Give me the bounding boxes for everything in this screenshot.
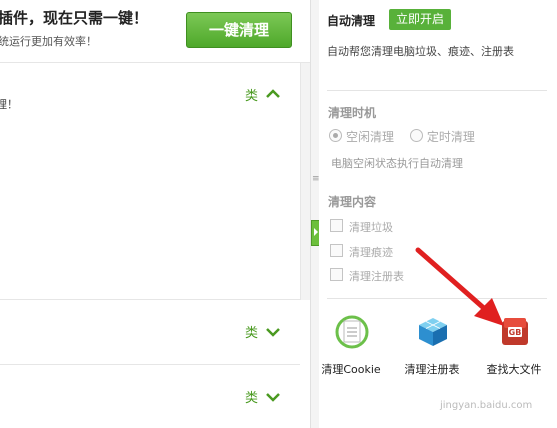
left-panel: 插件，现在只需一键！ 统运行更加有效率！ 一键清理 理！ 类 类 类: [0, 0, 311, 428]
radio-label: 空闲清理: [346, 130, 395, 144]
timing-title: 清理时机: [328, 106, 377, 120]
checkbox-icon: [330, 268, 343, 281]
category-section-2[interactable]: 类: [0, 300, 300, 365]
tool-label: 清理Cookie: [321, 363, 381, 376]
content-title: 清理内容: [328, 195, 377, 209]
chevron-up-icon[interactable]: [266, 89, 280, 99]
category-section-3[interactable]: 类: [0, 365, 300, 428]
chevron-down-icon[interactable]: [266, 327, 280, 337]
timing-options: 空闲清理 定时清理: [329, 128, 475, 145]
divider-line: [327, 90, 547, 91]
enable-now-button[interactable]: 立即开启: [389, 9, 451, 30]
checkbox-clean-traces[interactable]: 清理痕迹: [330, 244, 393, 260]
tool-label: 清理注册表: [404, 363, 460, 376]
banner: 插件，现在只需一键！ 统运行更加有效率！ 一键清理: [0, 0, 310, 63]
big-file-gb-icon: GB: [502, 318, 528, 345]
right-panel: 自动清理 立即开启 自动帮您清理电脑垃圾、痕迹、注册表 清理时机 空闲清理 定时…: [319, 0, 557, 428]
radio-idle-clean[interactable]: 空闲清理: [329, 129, 395, 144]
checkbox-icon: [330, 219, 343, 232]
watermark: jingyan.baidu.com: [440, 400, 533, 411]
chevron-down-icon[interactable]: [266, 392, 280, 402]
category-label: 类: [244, 391, 258, 406]
checkbox-label: 清理注册表: [349, 270, 404, 283]
auto-clean-description: 自动帮您清理电脑垃圾、痕迹、注册表: [327, 45, 514, 58]
cookie-icon: [335, 315, 369, 349]
radio-icon: [409, 129, 423, 142]
checkbox-clean-junk[interactable]: 清理垃圾: [330, 219, 393, 235]
banner-subtitle: 统运行更加有效率！: [0, 35, 97, 48]
category-section-1[interactable]: 理！ 类: [0, 63, 300, 300]
divider-line: [327, 298, 547, 299]
banner-title: 插件，现在只需一键！: [0, 9, 149, 27]
checkbox-label: 清理垃圾: [349, 221, 393, 234]
radio-label: 定时清理: [426, 130, 475, 144]
checkbox-icon: [330, 244, 343, 257]
section-text: 理！: [0, 98, 18, 111]
registry-cube-icon: [419, 318, 447, 346]
checkbox-clean-registry[interactable]: 清理注册表: [330, 268, 404, 284]
radio-scheduled-clean[interactable]: 定时清理: [409, 129, 475, 144]
tool-label: 查找大文件: [486, 363, 542, 376]
category-label: 类: [244, 326, 258, 341]
timing-description: 电脑空闲状态执行自动清理: [331, 157, 463, 170]
auto-clean-title: 自动清理: [327, 14, 376, 28]
category-label: 类: [244, 89, 258, 104]
svg-text:GB: GB: [509, 328, 522, 337]
checkbox-label: 清理痕迹: [349, 246, 393, 259]
one-click-clean-button[interactable]: 一键清理: [186, 12, 292, 48]
radio-icon: [329, 129, 342, 142]
